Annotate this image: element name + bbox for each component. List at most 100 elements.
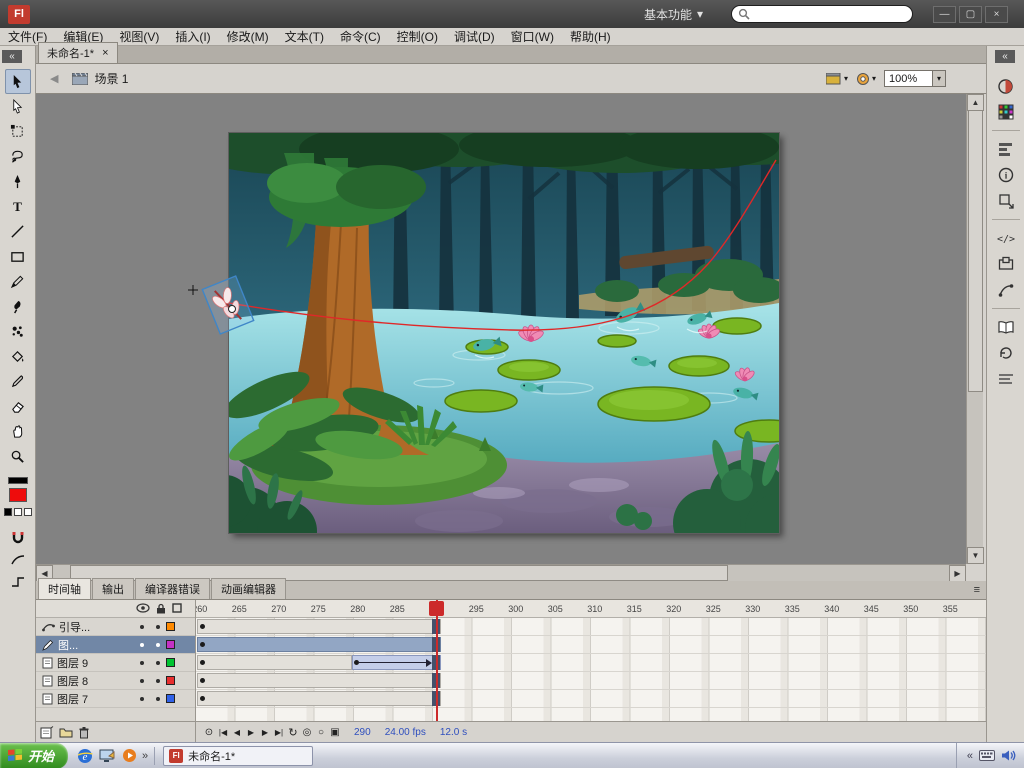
layer-outline-swatch[interactable]	[166, 658, 175, 667]
tray-expand-icon[interactable]: «	[967, 750, 973, 762]
onion-skin-button[interactable]: ◎	[300, 725, 314, 739]
frame-row-9[interactable]	[196, 654, 986, 672]
layer-row-current[interactable]: 图...	[36, 636, 195, 654]
strings-panel-icon[interactable]	[993, 367, 1019, 391]
free-transform-tool[interactable]	[5, 119, 31, 144]
lasso-tool[interactable]	[5, 144, 31, 169]
menu-item[interactable]: 文本(T)	[277, 27, 332, 46]
volume-tray-icon[interactable]	[1001, 749, 1016, 762]
code-snippets-panel-icon[interactable]: </>	[993, 226, 1019, 250]
lock-icon[interactable]	[156, 603, 166, 614]
layer-outline-swatch[interactable]	[166, 622, 175, 631]
color-panel-icon[interactable]	[993, 74, 1019, 98]
show-desktop-icon[interactable]	[98, 747, 116, 765]
show-hide-eye-icon[interactable]	[136, 603, 150, 613]
layer-visible-dot[interactable]	[140, 625, 144, 629]
onion-skin-outlines-button[interactable]: ○	[314, 725, 328, 739]
zoom-level-select[interactable]: 100% ▾	[884, 70, 946, 87]
layer-row-guide[interactable]: 引导...	[36, 618, 195, 636]
swatches-panel-icon[interactable]	[993, 100, 1019, 124]
scene-breadcrumb[interactable]: 场景 1	[72, 70, 128, 87]
no-color-button[interactable]	[13, 508, 22, 516]
media-player-icon[interactable]	[120, 747, 138, 765]
menu-item[interactable]: 帮助(H)	[562, 27, 619, 46]
collapse-tools-icon[interactable]: «	[2, 50, 22, 63]
delete-layer-button[interactable]	[78, 726, 90, 739]
new-layer-button[interactable]	[40, 725, 54, 739]
frame-row-current[interactable]	[196, 636, 986, 654]
motion-presets-panel-icon[interactable]	[993, 278, 1019, 302]
close-button[interactable]: ×	[985, 5, 1008, 23]
layer-outline-swatch[interactable]	[166, 640, 175, 649]
swap-colors-button[interactable]	[23, 508, 32, 516]
tab-compiler-errors[interactable]: 编译器错误	[135, 578, 210, 599]
components-panel-icon[interactable]	[993, 252, 1019, 276]
smooth-option-button[interactable]	[10, 552, 26, 568]
scroll-right-arrow[interactable]: ▶	[949, 565, 966, 582]
menu-item[interactable]: 修改(M)	[219, 27, 277, 46]
frame-rate-field[interactable]: 24.00 fps	[385, 727, 426, 738]
layer-row-7[interactable]: 图层 7	[36, 690, 195, 708]
collapse-dock-icon[interactable]: «	[995, 50, 1015, 63]
layer-outline-swatch[interactable]	[166, 694, 175, 703]
play-button[interactable]: ▶	[244, 725, 258, 739]
transform-panel-icon[interactable]	[993, 189, 1019, 213]
menu-item[interactable]: 窗口(W)	[503, 27, 562, 46]
menu-item[interactable]: 视图(V)	[111, 27, 167, 46]
library-panel-icon[interactable]	[993, 315, 1019, 339]
zoom-tool[interactable]	[5, 444, 31, 469]
current-frame-field[interactable]: 290	[354, 727, 371, 738]
layer-visible-dot[interactable]	[140, 697, 144, 701]
edit-symbols-button[interactable]: ▾	[856, 72, 876, 86]
layer-outline-swatch[interactable]	[166, 676, 175, 685]
layer-visible-dot[interactable]	[140, 661, 144, 665]
internet-explorer-icon[interactable]: e	[76, 747, 94, 765]
back-arrow-icon[interactable]: ◀	[50, 72, 58, 85]
tab-output[interactable]: 输出	[92, 578, 134, 599]
info-panel-icon[interactable]: i	[993, 163, 1019, 187]
go-to-last-frame-button[interactable]: ▶|	[272, 725, 286, 739]
layer-visible-dot[interactable]	[140, 643, 144, 647]
new-folder-button[interactable]	[59, 726, 73, 738]
playhead-handle[interactable]	[429, 601, 444, 616]
zoom-dropdown-arrow-icon[interactable]: ▾	[932, 71, 945, 86]
subselection-tool[interactable]	[5, 94, 31, 119]
menu-item[interactable]: 插入(I)	[167, 27, 218, 46]
layer-lock-dot[interactable]	[156, 697, 160, 701]
frame-area[interactable]: 2602652702752802852902953003053103153203…	[196, 600, 986, 721]
rectangle-tool[interactable]	[5, 244, 31, 269]
frame-row-7[interactable]	[196, 690, 986, 708]
history-panel-icon[interactable]	[993, 341, 1019, 365]
fill-color-chip[interactable]	[8, 488, 27, 502]
layer-row-9[interactable]: 图层 9	[36, 654, 195, 672]
restore-button[interactable]: ▢	[959, 5, 982, 23]
panel-menu-icon[interactable]: ≡	[974, 584, 980, 596]
edit-scene-button[interactable]: ▾	[825, 72, 848, 85]
scroll-down-arrow[interactable]: ▼	[967, 547, 984, 564]
align-panel-icon[interactable]	[993, 137, 1019, 161]
layer-lock-dot[interactable]	[156, 661, 160, 665]
pencil-tool[interactable]	[5, 269, 31, 294]
keyboard-tray-icon[interactable]	[979, 750, 995, 761]
frame-row-8[interactable]	[196, 672, 986, 690]
eyedropper-tool[interactable]	[5, 369, 31, 394]
tab-timeline[interactable]: 时间轴	[38, 578, 91, 599]
taskbar-document-button[interactable]: Fl 未命名-1*	[163, 745, 314, 766]
minimize-button[interactable]: —	[933, 5, 956, 23]
paint-bucket-tool[interactable]	[5, 344, 31, 369]
center-frame-button[interactable]: ⊙	[202, 725, 216, 739]
edit-multiple-frames-button[interactable]: ▣	[328, 725, 342, 739]
menu-item[interactable]: 命令(C)	[332, 27, 389, 46]
snap-to-objects-button[interactable]	[10, 530, 26, 546]
frame-ruler[interactable]: 2602652702752802852902953003053103153203…	[196, 600, 986, 618]
layer-visible-dot[interactable]	[140, 679, 144, 683]
start-button[interactable]: 开始	[0, 742, 69, 768]
go-to-first-frame-button[interactable]: |◀	[216, 725, 230, 739]
tab-motion-editor[interactable]: 动画编辑器	[211, 578, 286, 599]
step-forward-button[interactable]: ▶	[258, 725, 272, 739]
search-box[interactable]	[731, 5, 914, 23]
elapsed-time-field[interactable]: 12.0 s	[440, 727, 467, 738]
workspace-switcher-button[interactable]: 基本功能 ▾	[638, 3, 709, 26]
eraser-tool[interactable]	[5, 394, 31, 419]
step-back-button[interactable]: ◀	[230, 725, 244, 739]
